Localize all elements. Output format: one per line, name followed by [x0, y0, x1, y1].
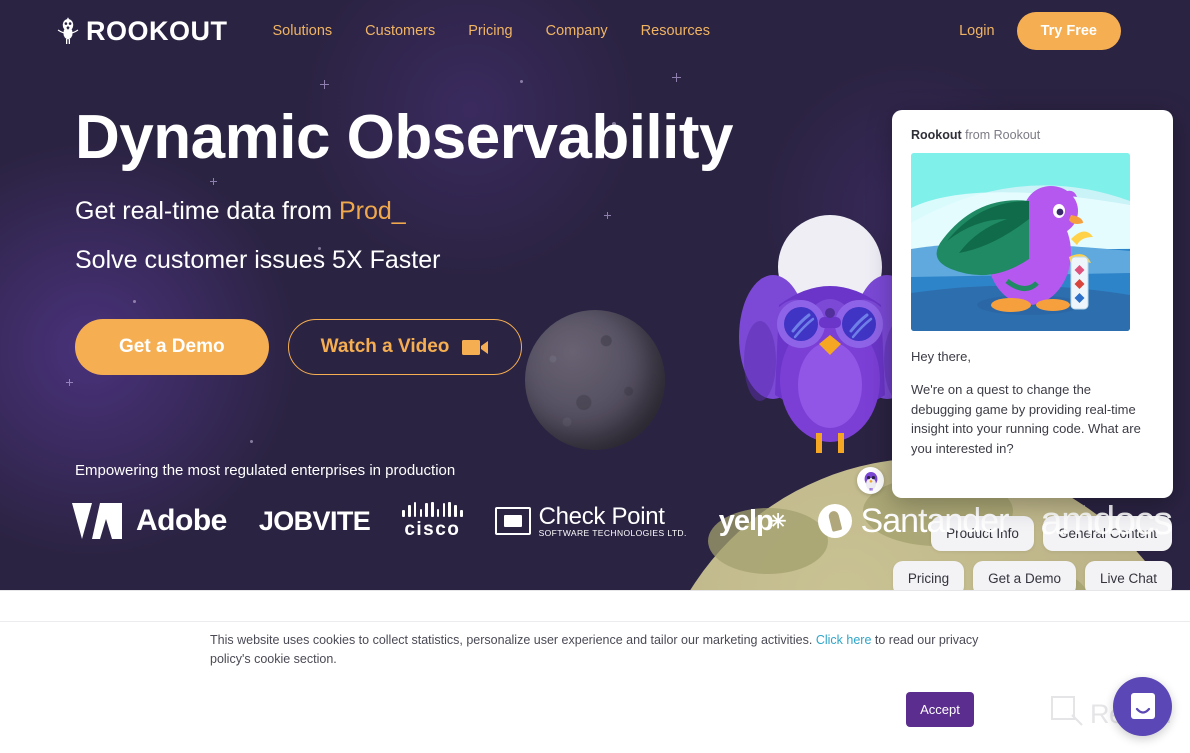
video-camera-icon: [462, 339, 489, 356]
try-free-button[interactable]: Try Free: [1016, 12, 1121, 50]
main-navigation: ROOKOUT Solutions Customers Pricing Comp…: [0, 0, 1190, 62]
cisco-bars-icon: [402, 501, 463, 517]
cookie-policy-link[interactable]: Click here: [816, 633, 872, 647]
chat-sender-name: Rookout: [911, 128, 962, 142]
intercom-messenger-icon[interactable]: [1113, 677, 1172, 736]
hero-cta-row: Get a Demo Watch a Video: [75, 319, 775, 376]
social-proof-heading: Empowering the most regulated enterprise…: [75, 462, 456, 479]
cookie-text-before-link: This website uses cookies to collect sta…: [210, 633, 816, 647]
logo-santander: Santander: [817, 501, 1010, 541]
hero-subtitle-prefix: Get real-time data from: [75, 197, 339, 226]
chat-sender-suffix: from Rookout: [961, 128, 1041, 142]
chat-illustration[interactable]: [911, 153, 1130, 331]
nav-link-customers[interactable]: Customers: [365, 23, 435, 39]
cookie-banner-content: This website uses cookies to collect sta…: [210, 631, 990, 670]
rookout-avatar-badge: [857, 467, 884, 494]
get-a-demo-button[interactable]: Get a Demo: [75, 319, 269, 376]
cookie-banner-divider: [0, 621, 1190, 622]
chat-message-line-1: Hey there,: [911, 349, 971, 364]
logo-santander-label: Santander: [860, 501, 1010, 540]
logo-adobe: Adobe: [70, 501, 227, 541]
watch-a-video-label: Watch a Video: [320, 336, 450, 358]
nav-link-company[interactable]: Company: [546, 23, 608, 39]
cookie-banner-text: This website uses cookies to collect sta…: [210, 631, 990, 670]
logo-checkpoint-tagline: SOFTWARE TECHNOLOGIES LTD.: [538, 528, 687, 539]
nav-actions: Login Try Free: [959, 12, 1121, 50]
hero-content: Dynamic Observability Get real-time data…: [75, 103, 775, 376]
adobe-mark-icon: [72, 503, 122, 539]
logo-checkpoint: Check Point SOFTWARE TECHNOLOGIES LTD.: [494, 502, 687, 539]
nav-link-pricing[interactable]: Pricing: [468, 23, 512, 39]
logo-checkpoint-label: Check Point: [538, 502, 665, 530]
logo-adobe-label: Adobe: [136, 504, 227, 537]
watch-a-video-button[interactable]: Watch a Video: [287, 319, 523, 376]
rook-bird-icon: [57, 16, 79, 46]
hero-subtitle-2: Solve customer issues 5X Faster: [75, 246, 441, 275]
hero-subtitle-1: Get real-time data from Prod_: [75, 197, 775, 226]
hero-subtitle-caret: _: [391, 197, 406, 226]
page-title: Dynamic Observability: [75, 103, 734, 172]
logo-amdocs: amdocs: [1040, 498, 1173, 544]
accept-cookies-button[interactable]: Accept: [906, 692, 974, 727]
nav-link-solutions[interactable]: Solutions: [273, 23, 333, 39]
hero-subtitle-highlight: Prod: [338, 197, 392, 226]
chat-sender: Rookout from Rookout: [911, 128, 1154, 142]
cookie-banner: This website uses cookies to collect sta…: [0, 590, 1190, 753]
checkpoint-mark-icon: [494, 506, 531, 535]
chat-message-panel: Rookout from Rookout Hey there, We're on…: [892, 110, 1173, 498]
nav-link-resources[interactable]: Resources: [641, 23, 710, 39]
yelp-burst-icon: ✳: [769, 510, 787, 533]
santander-flame-icon: [817, 504, 852, 538]
login-link[interactable]: Login: [959, 23, 994, 39]
chat-message-line-2: We're on a quest to change the debugging…: [911, 381, 1141, 456]
logo-amdocs-label: amdocs: [1040, 498, 1173, 543]
logo-cisco: cisco: [402, 501, 463, 541]
chat-message-body: Hey there, We're on a quest to change th…: [911, 347, 1154, 459]
logo-yelp-label: yelp: [718, 504, 774, 537]
brand-name: ROOKOUT: [86, 15, 228, 46]
brand-logo[interactable]: ROOKOUT: [57, 16, 228, 47]
logo-jobvite-label: JOBVITE: [258, 505, 371, 536]
customer-logo-strip: Adobe JOBVITE cisco Check Point SOFTWARE…: [70, 495, 1173, 547]
logo-cisco-label: cisco: [404, 518, 461, 540]
logo-jobvite: JOBVITE: [258, 505, 371, 537]
nav-links: Solutions Customers Pricing Company Reso…: [273, 23, 710, 39]
logo-yelp: yelp ✳: [718, 504, 787, 538]
